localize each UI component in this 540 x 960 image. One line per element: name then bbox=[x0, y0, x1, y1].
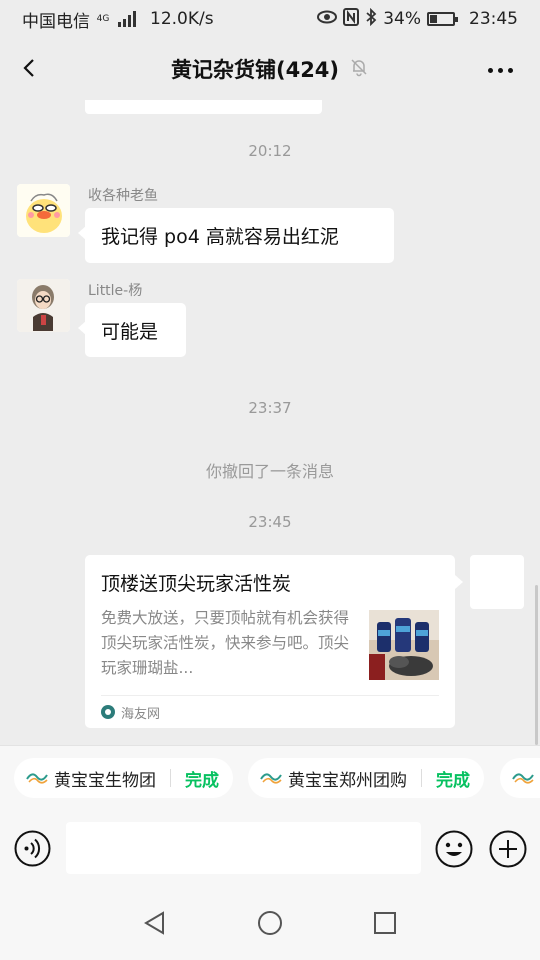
plus-icon[interactable] bbox=[489, 830, 527, 868]
network-speed: 12.0K/s bbox=[150, 9, 214, 29]
link-card-thumbnail bbox=[369, 610, 439, 680]
mini-program-strip[interactable]: 黄宝宝生物团 完成 黄宝宝郑州团购 完成 bbox=[0, 745, 540, 810]
emoji-icon[interactable] bbox=[435, 830, 473, 868]
chip-divider bbox=[421, 769, 422, 787]
nav-back-icon[interactable] bbox=[142, 910, 168, 936]
message-bubble[interactable]: 我记得 po4 高就容易出红泥 bbox=[78, 208, 394, 263]
nav-home-icon[interactable] bbox=[257, 910, 283, 936]
timestamp: 23:37 bbox=[248, 399, 292, 417]
input-bar bbox=[0, 810, 540, 888]
chat-title: 黄记杂货铺(424) bbox=[170, 58, 340, 82]
source-logo-icon bbox=[101, 705, 115, 719]
status-right: 34% 23:45 bbox=[317, 7, 518, 31]
chip-done-button[interactable]: 完成 bbox=[185, 766, 219, 791]
my-avatar[interactable] bbox=[470, 555, 524, 609]
title-group: 黄记杂货铺(424) bbox=[171, 54, 369, 84]
wave-logo-icon bbox=[260, 769, 282, 788]
mini-program-chip[interactable]: 黄宝宝生物团 完成 bbox=[14, 758, 233, 798]
timestamp: 20:12 bbox=[248, 142, 292, 160]
eye-icon bbox=[317, 9, 338, 29]
link-card-description: 免费大放送，只要顶帖就有机会获得顶尖玩家活性炭，快来参与吧。顶尖玩家珊瑚盐... bbox=[101, 609, 350, 677]
cartoon-duck-avatar-icon bbox=[17, 184, 70, 237]
avatar[interactable] bbox=[17, 184, 70, 237]
mute-bell-icon bbox=[349, 57, 369, 81]
wave-logo-icon bbox=[26, 769, 48, 788]
signal-icon bbox=[118, 11, 136, 27]
battery-percent: 34% bbox=[383, 9, 421, 29]
wave-logo-icon bbox=[512, 769, 534, 788]
chip-divider bbox=[170, 769, 171, 787]
avatar[interactable] bbox=[17, 279, 70, 332]
chat-header: 黄记杂货铺(424) bbox=[0, 38, 540, 100]
chip-done-button[interactable]: 完成 bbox=[436, 766, 470, 791]
source-name: 海友网 bbox=[121, 706, 161, 722]
message-text: 我记得 po4 高就容易出红泥 bbox=[101, 226, 339, 248]
nav-recents-icon[interactable] bbox=[372, 910, 398, 936]
nfc-icon bbox=[343, 7, 360, 31]
clock: 23:45 bbox=[469, 9, 518, 29]
battery-icon bbox=[427, 12, 458, 26]
more-dot-icon bbox=[487, 67, 493, 73]
link-card-body: 免费大放送，只要顶帖就有机会获得顶尖玩家活性炭，快来参与吧。顶尖玩家珊瑚盐... bbox=[101, 606, 439, 681]
chip-name: 黄宝宝郑州团购 bbox=[288, 770, 407, 791]
more-dot-icon bbox=[497, 67, 503, 73]
carrier-label: 中国电信 bbox=[22, 11, 90, 32]
link-card[interactable]: 顶楼送顶尖玩家活性炭 免费大放送，只要顶帖就有机会获得顶尖玩家活性炭，快来参与吧… bbox=[85, 555, 463, 728]
sender-name: 收各种老鱼 bbox=[88, 188, 158, 204]
bluetooth-icon bbox=[365, 7, 377, 31]
sender-name: Little-杨 bbox=[88, 283, 143, 299]
network-type-label: 4G bbox=[96, 13, 110, 24]
voice-input-icon[interactable] bbox=[14, 830, 51, 867]
link-card-title: 顶楼送顶尖玩家活性炭 bbox=[101, 573, 292, 595]
more-options-button[interactable] bbox=[482, 56, 518, 84]
link-card-source: 海友网 bbox=[101, 695, 439, 728]
chip-name: 黄宝宝生物团 bbox=[54, 770, 156, 791]
message-bubble-partial[interactable] bbox=[85, 100, 322, 114]
status-left: 中国电信 4G 12.0K/s bbox=[22, 7, 214, 32]
timestamp: 23:45 bbox=[248, 513, 292, 531]
mini-program-chip[interactable]: 黄宝宝郑州团购 完成 bbox=[248, 758, 484, 798]
status-bar: 中国电信 4G 12.0K/s 34% 23:45 bbox=[0, 0, 540, 38]
system-nav-bar bbox=[0, 888, 540, 960]
message-text: 可能是 bbox=[101, 320, 159, 343]
cartoon-girl-avatar-icon bbox=[17, 279, 70, 332]
recalled-message-notice: 你撤回了一条消息 bbox=[205, 462, 334, 481]
chat-scrollbar[interactable] bbox=[535, 585, 538, 745]
back-button[interactable] bbox=[12, 50, 48, 86]
chat-area[interactable]: 20:12 收各种老鱼 我记得 po4 高就容易出红泥 Little-杨 可能是 bbox=[0, 100, 540, 745]
message-input[interactable] bbox=[66, 822, 421, 874]
mini-program-chip-partial[interactable] bbox=[500, 758, 540, 798]
message-bubble[interactable]: 可能是 bbox=[78, 303, 186, 357]
chevron-left-icon bbox=[23, 59, 34, 77]
more-dot-icon bbox=[507, 67, 513, 73]
